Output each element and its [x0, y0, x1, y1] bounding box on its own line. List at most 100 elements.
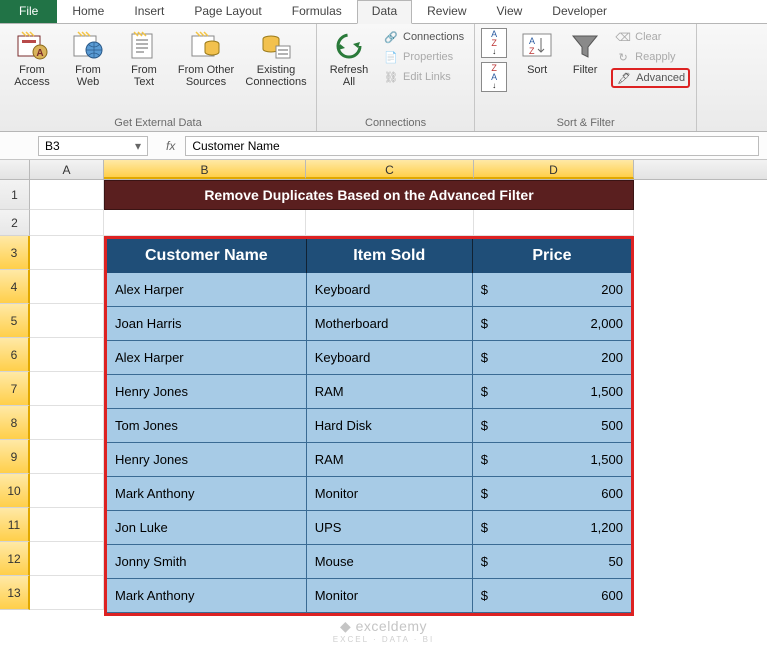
cell-item: UPS [307, 511, 473, 545]
row-header-1[interactable]: 1 [0, 180, 30, 210]
from-other-button[interactable]: From Other Sources [174, 28, 238, 90]
row-header-8[interactable]: 8 [0, 406, 30, 440]
tab-page-layout[interactable]: Page Layout [179, 0, 276, 23]
cell-price: $2,000 [473, 307, 631, 341]
cell-price: $1,200 [473, 511, 631, 545]
from-other-label: From Other Sources [178, 64, 234, 88]
cell-item: Monitor [307, 579, 473, 613]
svg-text:A: A [36, 48, 43, 59]
row-header-12[interactable]: 12 [0, 542, 30, 576]
table-row[interactable]: Tom JonesHard Disk$500 [107, 409, 631, 443]
group-title-sort-filter: Sort & Filter [481, 115, 690, 131]
web-icon [72, 30, 104, 62]
text-file-icon [128, 30, 160, 62]
advanced-filter-button[interactable]: 🖋Advanced [611, 68, 690, 88]
table-row[interactable]: Joan HarrisMotherboard$2,000 [107, 307, 631, 341]
cell-customer: Tom Jones [107, 409, 307, 443]
other-sources-icon [190, 30, 222, 62]
cell-price: $1,500 [473, 375, 631, 409]
formula-input[interactable]: Customer Name [185, 136, 759, 156]
tab-file[interactable]: File [0, 0, 57, 23]
cell-customer: Alex Harper [107, 273, 307, 307]
existing-connections-icon [260, 30, 292, 62]
sort-button[interactable]: AZ Sort [515, 28, 559, 78]
data-table: Customer Name Item Sold Price Alex Harpe… [104, 236, 634, 616]
group-title-external: Get External Data [6, 115, 310, 131]
reapply-label: Reapply [635, 51, 675, 63]
tab-developer[interactable]: Developer [537, 0, 622, 23]
row-header-5[interactable]: 5 [0, 304, 30, 338]
row-header-10[interactable]: 10 [0, 474, 30, 508]
formula-bar: B3▾ fx Customer Name [0, 132, 767, 160]
clear-filter-icon: ⌫ [615, 29, 631, 45]
table-row[interactable]: Alex HarperKeyboard$200 [107, 341, 631, 375]
tab-review[interactable]: Review [412, 0, 481, 23]
cell-item: RAM [307, 443, 473, 477]
name-box[interactable]: B3▾ [38, 136, 148, 156]
from-text-label: From Text [131, 64, 157, 88]
row-header-4[interactable]: 4 [0, 270, 30, 304]
title-cell: Remove Duplicates Based on the Advanced … [104, 180, 634, 210]
col-header-d[interactable]: D [474, 160, 634, 179]
table-row[interactable]: Jon LukeUPS$1,200 [107, 511, 631, 545]
col-header-c[interactable]: C [306, 160, 474, 179]
row-header-3[interactable]: 3 [0, 236, 30, 270]
advanced-icon: 🖋 [616, 70, 632, 86]
group-connections: Refresh All 🔗Connections 📄Properties ⛓Ed… [317, 24, 475, 131]
cell-price: $50 [473, 545, 631, 579]
existing-connections-button[interactable]: Existing Connections [242, 28, 310, 90]
fx-icon[interactable]: fx [166, 139, 175, 153]
table-row[interactable]: Alex HarperKeyboard$200 [107, 273, 631, 307]
existing-connections-label: Existing Connections [245, 64, 306, 88]
reapply-button[interactable]: ↻Reapply [611, 48, 690, 66]
row-header-13[interactable]: 13 [0, 576, 30, 610]
col-header-b[interactable]: B [104, 160, 306, 179]
edit-links-button[interactable]: ⛓Edit Links [379, 68, 468, 86]
cell-grid[interactable]: Remove Duplicates Based on the Advanced … [30, 180, 634, 610]
connections-button[interactable]: 🔗Connections [379, 28, 468, 46]
watermark: ◆ exceldemy EXCEL · DATA · BI [0, 618, 767, 644]
sort-dialog-icon: AZ [521, 30, 553, 62]
col-header-a[interactable]: A [30, 160, 104, 179]
row-header-9[interactable]: 9 [0, 440, 30, 474]
tab-data[interactable]: Data [357, 0, 412, 24]
cell-price: $200 [473, 273, 631, 307]
tab-view[interactable]: View [482, 0, 538, 23]
row-header-11[interactable]: 11 [0, 508, 30, 542]
row-header-2[interactable]: 2 [0, 210, 30, 236]
row-header-7[interactable]: 7 [0, 372, 30, 406]
table-row[interactable]: Henry JonesRAM$1,500 [107, 375, 631, 409]
table-row[interactable]: Mark AnthonyMonitor$600 [107, 579, 631, 613]
refresh-label: Refresh All [330, 64, 369, 88]
clear-button[interactable]: ⌫ Clear [611, 28, 690, 46]
from-access-button[interactable]: A From Access [6, 28, 58, 90]
refresh-icon [333, 30, 365, 62]
edit-links-label: Edit Links [403, 71, 451, 83]
cell-customer: Alex Harper [107, 341, 307, 375]
header-customer: Customer Name [107, 239, 307, 273]
cell-price: $500 [473, 409, 631, 443]
tab-home[interactable]: Home [57, 0, 119, 23]
filter-label: Filter [573, 64, 597, 76]
row-header-6[interactable]: 6 [0, 338, 30, 372]
table-row[interactable]: Jonny SmithMouse$50 [107, 545, 631, 579]
select-all-corner[interactable] [0, 160, 30, 179]
clear-label: Clear [635, 31, 661, 43]
table-row[interactable]: Mark AnthonyMonitor$600 [107, 477, 631, 511]
svg-text:A: A [529, 36, 535, 46]
refresh-all-button[interactable]: Refresh All [323, 28, 375, 90]
tab-insert[interactable]: Insert [119, 0, 179, 23]
from-web-button[interactable]: From Web [62, 28, 114, 90]
from-text-button[interactable]: From Text [118, 28, 170, 90]
sort-asc-button[interactable]: AZ↓ [481, 28, 507, 58]
cell-price: $600 [473, 477, 631, 511]
cell-item: Monitor [307, 477, 473, 511]
properties-button[interactable]: 📄Properties [379, 48, 468, 66]
sort-desc-button[interactable]: ZA↓ [481, 62, 507, 92]
ribbon-body: A From Access From Web From Text From Ot… [0, 24, 767, 132]
chevron-down-icon[interactable]: ▾ [135, 139, 141, 153]
table-row[interactable]: Henry JonesRAM$1,500 [107, 443, 631, 477]
tab-formulas[interactable]: Formulas [277, 0, 357, 23]
filter-button[interactable]: Filter [563, 28, 607, 78]
watermark-sub: EXCEL · DATA · BI [0, 635, 767, 644]
